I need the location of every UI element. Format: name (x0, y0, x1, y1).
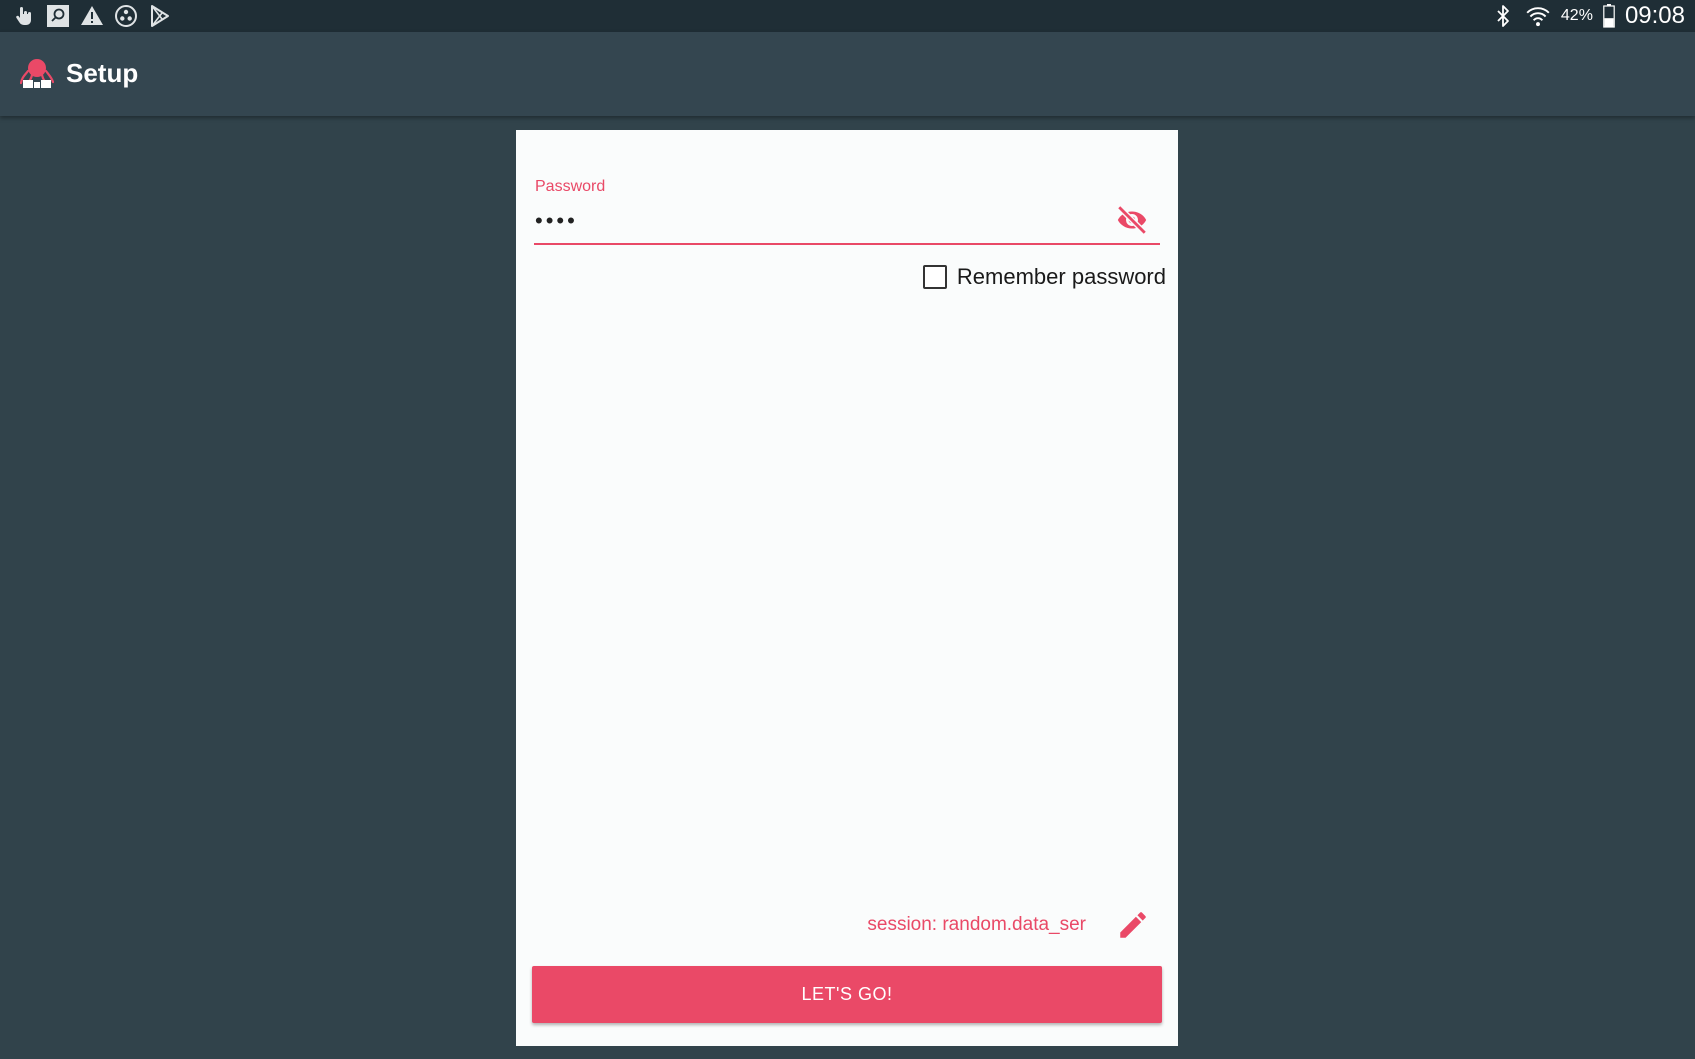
remember-password-checkbox[interactable]: Remember password (922, 264, 1166, 290)
app-bar: Setup (0, 32, 1695, 116)
lets-go-button[interactable]: LET'S GO! (532, 966, 1162, 1023)
setup-card: Password •••• Remember password session:… (516, 130, 1178, 1046)
status-bar: 42% 09:08 (0, 0, 1695, 32)
touch-icon (16, 7, 31, 25)
status-bar-system: 42% 09:08 (1491, 0, 1685, 32)
page-title: Setup (66, 58, 139, 88)
password-label: Password (535, 178, 606, 195)
battery-icon (1603, 4, 1615, 28)
screen-capture-icon (47, 5, 69, 27)
dots-circle-icon (115, 5, 137, 27)
bluetooth-icon (1497, 5, 1509, 27)
remember-password-label[interactable]: Remember password (957, 264, 1166, 290)
warning-icon (81, 6, 103, 25)
status-bar-notifications (12, 3, 172, 29)
password-input[interactable]: •••• (535, 208, 578, 234)
visibility-off-icon[interactable] (1115, 203, 1149, 237)
wifi-icon (1526, 7, 1550, 27)
password-underline (534, 243, 1160, 245)
session-label: session: random.data_ser (867, 914, 1086, 935)
clock: 09:08 (1624, 2, 1685, 29)
pencil-icon[interactable] (1116, 908, 1150, 942)
octopus-logo (20, 59, 54, 89)
checkbox-box[interactable] (922, 265, 947, 289)
play-store-icon (151, 5, 169, 27)
battery-percent: 42% (1560, 7, 1593, 24)
